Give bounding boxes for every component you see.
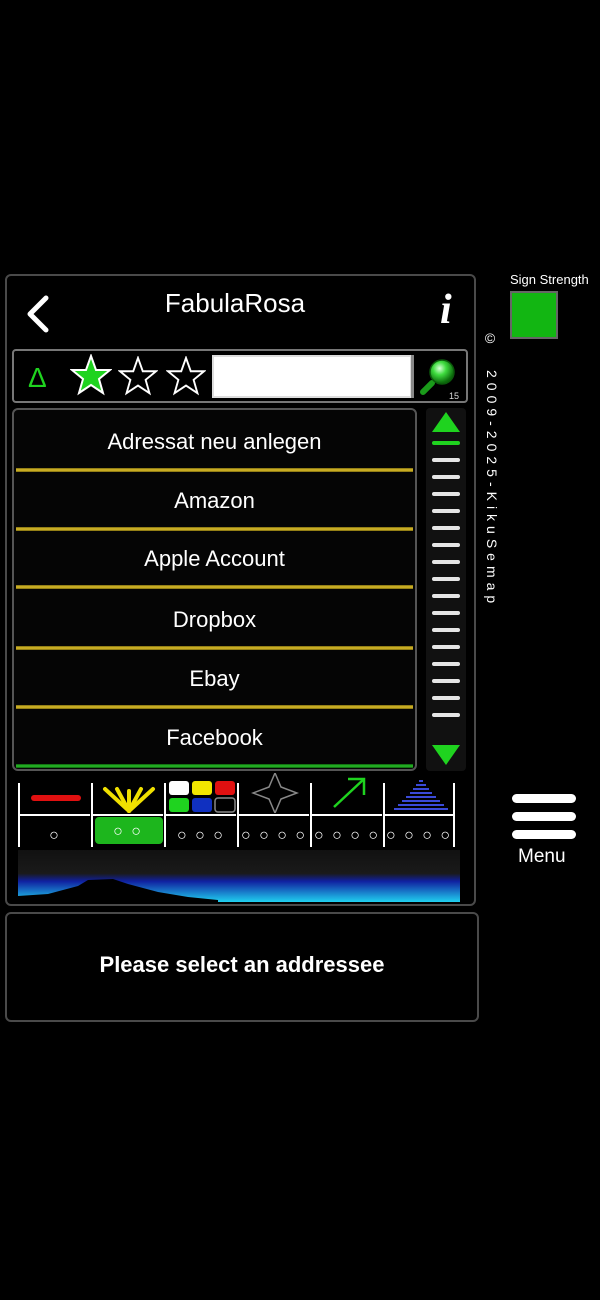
divider [16,764,413,768]
list-scrollbar[interactable] [426,408,466,771]
search-icon[interactable] [420,357,458,395]
mode-dots: ○ ○ ○ ○ [314,827,380,844]
address-list: Adressat neu anlegen Amazon Apple Accoun… [12,408,417,771]
list-item[interactable]: Ebay [14,649,415,709]
mode-arrow[interactable]: ○ ○ ○ ○ [310,777,382,847]
scroll-tick [432,645,460,649]
rays-icon [103,787,155,813]
scroll-tick [432,543,460,547]
list-item-label: Ebay [189,666,240,691]
scroll-tick [432,475,460,479]
list-item[interactable]: Dropbox [14,590,415,650]
search-count: 15 [449,391,460,401]
list-item-label: Dropbox [172,607,257,632]
divider [166,814,236,816]
mode-dots: ○ [49,827,61,844]
copyright-text: 2009-2025-KikuSemap [484,370,500,609]
divider [411,355,414,398]
scroll-tick [432,560,460,564]
mode-selector: ○ ○ ○ ○ ○ ○ ○ ○ ○ ○ ○ ○ ○ ○ ○ ○ ○ ○ [18,773,458,847]
scroll-tick [432,577,460,581]
star-outline-icon[interactable] [117,355,160,398]
scroll-tick [432,458,460,462]
red-line-icon [31,795,81,801]
mode-line[interactable]: ○ [18,783,90,847]
list-item[interactable]: Adressat neu anlegen [14,412,415,472]
list-item[interactable]: Facebook [14,708,415,768]
scroll-up-icon[interactable] [431,411,461,433]
list-item-label: Apple Account [144,546,285,571]
scroll-tick [432,679,460,683]
status-message: Please select an addressee [99,952,385,977]
scroll-position-indicator [432,441,460,445]
divider [16,585,413,589]
arrow-up-right-icon [333,777,366,808]
mode-dots: ○ ○ [113,823,143,840]
copyright-symbol: © [484,330,496,346]
divider [385,814,453,816]
list-item-label: Adressat neu anlegen [107,429,322,454]
divider [312,814,382,816]
scroll-tick [432,492,460,496]
menu-label[interactable]: Menu [518,846,566,868]
delta-icon[interactable]: Δ [28,362,47,394]
scroll-tick [432,713,460,717]
scroll-tick [432,526,460,530]
color-grid-icon [169,781,236,813]
divider [20,814,90,816]
compass-star-icon [251,773,299,813]
mode-pyramid[interactable]: ○ ○ ○ ○ [383,780,455,847]
search-input-box[interactable] [212,355,412,398]
page-title: FabulaRosa [164,288,306,318]
mode-color-grid[interactable]: ○ ○ ○ [164,781,236,847]
scroll-tick [432,662,460,666]
info-icon[interactable]: i [440,286,452,334]
list-item-label: Amazon [174,488,255,513]
horizon-graphic [18,850,460,902]
mode-dots: ○ ○ ○ ○ [241,827,307,844]
search-input[interactable] [214,357,410,396]
scroll-tick [432,594,460,598]
star-filled-icon[interactable] [69,353,113,396]
list-item-label: Facebook [166,725,263,750]
scroll-tick [432,611,460,615]
mode-compass[interactable]: ○ ○ ○ ○ [237,773,309,847]
hamburger-icon [512,794,576,839]
pyramid-icon [394,780,448,810]
mode-rays[interactable]: ○ ○ [91,783,163,847]
divider [93,814,163,816]
divider [239,814,309,816]
scroll-down-icon[interactable] [431,744,461,766]
star-outline-icon[interactable] [165,355,208,398]
mode-dots: ○ ○ ○ ○ [386,827,452,844]
scroll-tick [432,696,460,700]
list-item[interactable]: Amazon [14,471,415,531]
scroll-tick [432,628,460,632]
sign-strength-label: Sign Strength [510,272,589,287]
scroll-tick [432,509,460,513]
list-item[interactable]: Apple Account [14,529,415,589]
sign-strength-indicator [510,291,558,339]
menu-button[interactable] [511,793,577,841]
mode-dots: ○ ○ ○ [177,827,225,844]
